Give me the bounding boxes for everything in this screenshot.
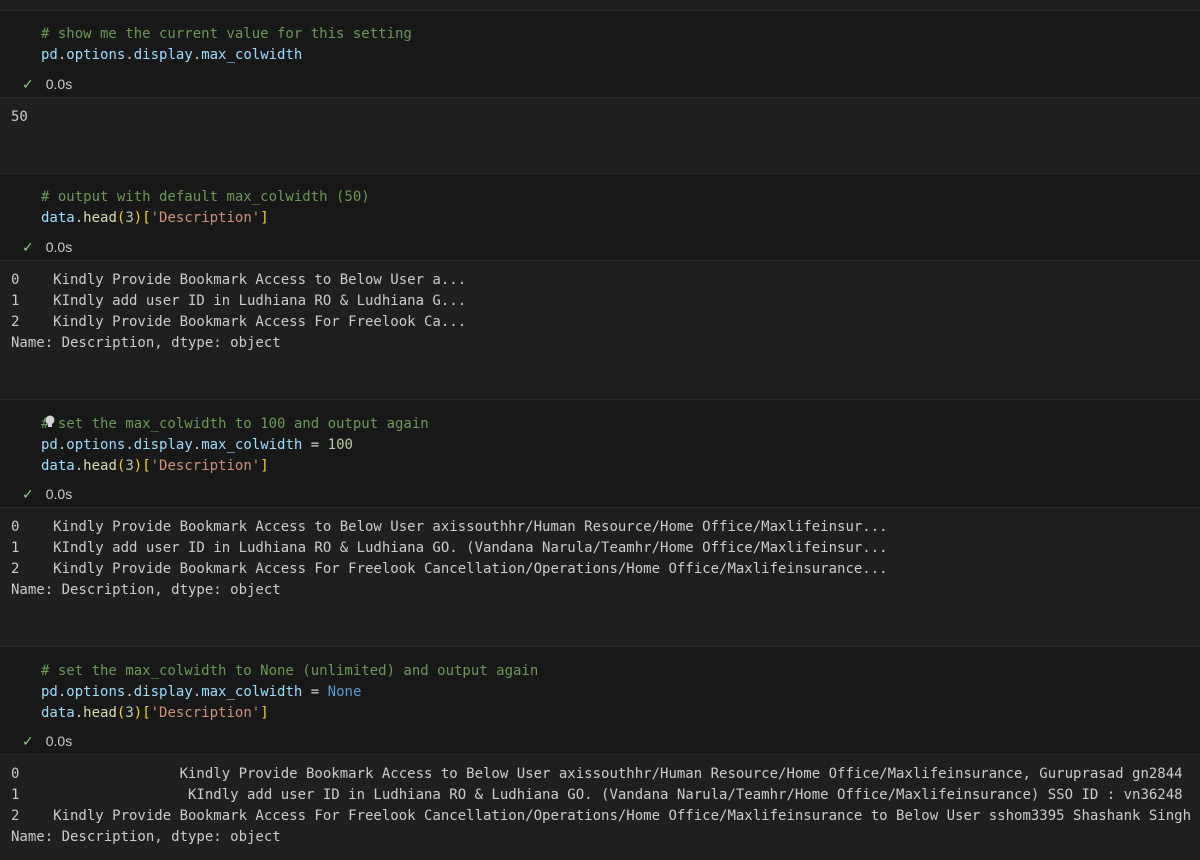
code-token: 100 xyxy=(327,437,353,453)
code-token: . xyxy=(74,705,84,721)
code-token: display xyxy=(133,437,193,453)
output-line: 2 Kindly Provide Bookmark Access For Fre… xyxy=(11,808,1192,824)
check-icon: ✓ xyxy=(22,77,34,93)
execution-status: ✓ 0.0s xyxy=(22,237,72,257)
code-token: [ xyxy=(142,705,151,721)
execution-status: ✓ 0.0s xyxy=(22,731,72,751)
code-token: None xyxy=(327,684,362,700)
code-token: ] xyxy=(260,705,269,721)
code-token: # set the max_colwidth to None (unlimite… xyxy=(41,663,539,679)
output-line: 1 KIndly add user ID in Ludhiana RO & Lu… xyxy=(11,293,467,309)
execution-time: 0.0s xyxy=(45,239,73,255)
code-token: [ xyxy=(142,458,151,474)
code-token: ] xyxy=(260,458,269,474)
output-line: 2 Kindly Provide Bookmark Access For Fre… xyxy=(11,561,888,577)
output-line: 1 KIndly add user ID in Ludhiana RO & Lu… xyxy=(11,540,888,556)
output-line: 0 Kindly Provide Bookmark Access to Belo… xyxy=(11,519,888,535)
code-token: . xyxy=(192,684,202,700)
execution-time: 0.0s xyxy=(45,486,73,502)
code-token: 3 xyxy=(125,705,134,721)
code-line: data.head(3)['Description'] xyxy=(41,208,269,229)
code-line: pd.options.display.max_colwidth = None xyxy=(41,682,361,703)
output-line: Name: Description, dtype: object xyxy=(11,582,281,598)
code-line: # output with default max_colwidth (50) xyxy=(41,187,370,208)
code-line: data.head(3)['Description'] xyxy=(41,456,269,477)
code-token: = xyxy=(302,437,328,453)
code-token: 3 xyxy=(125,210,134,226)
code-line: pd.options.display.max_colwidth = 100 xyxy=(41,435,353,456)
code-line: data.head(3)['Description'] xyxy=(41,703,269,724)
code-token: ) xyxy=(133,458,143,474)
execution-time: 0.0s xyxy=(45,76,73,92)
code-token: . xyxy=(74,210,84,226)
code-token: # show me the current value for this set… xyxy=(41,26,412,42)
code-token: data xyxy=(41,210,75,226)
output-line: 0 Kindly Provide Bookmark Access to Belo… xyxy=(11,766,1183,782)
code-token: = xyxy=(302,684,328,700)
check-icon: ✓ xyxy=(22,734,34,750)
code-token: ) xyxy=(133,705,143,721)
code-token: 3 xyxy=(125,458,134,474)
code-token: # set the max_colwidth to 100 and output… xyxy=(41,416,429,432)
code-token: data xyxy=(41,458,75,474)
code-token: head xyxy=(83,210,117,226)
output-line: 1 KIndly add user ID in Ludhiana RO & Lu… xyxy=(11,787,1183,803)
code-token: max_colwidth xyxy=(201,47,303,63)
code-token: . xyxy=(125,47,134,63)
code-token: data xyxy=(41,705,75,721)
check-icon: ✓ xyxy=(22,240,34,256)
code-token: 'Description' xyxy=(150,458,261,474)
code-token: ) xyxy=(133,210,143,226)
code-token: options xyxy=(66,437,126,453)
code-token: # output with default max_colwidth (50) xyxy=(41,189,370,205)
code-token: max_colwidth xyxy=(201,684,303,700)
code-token: head xyxy=(83,458,117,474)
code-line: # show me the current value for this set… xyxy=(41,24,412,45)
code-editor[interactable]: # output with default max_colwidth (50) … xyxy=(0,173,1200,261)
code-line: # set the max_colwidth to 100 and output… xyxy=(41,414,429,435)
output-line: 2 Kindly Provide Bookmark Access For Fre… xyxy=(11,314,467,330)
code-editor[interactable]: # set the max_colwidth to 100 and output… xyxy=(0,399,1200,508)
output-line: Name: Description, dtype: object xyxy=(11,335,281,351)
execution-time: 0.0s xyxy=(45,733,73,749)
code-token: display xyxy=(133,47,193,63)
code-token: display xyxy=(133,684,193,700)
code-token: 'Description' xyxy=(150,705,261,721)
code-token: pd xyxy=(41,47,58,63)
code-token: 'Description' xyxy=(150,210,261,226)
lightbulb-icon[interactable] xyxy=(44,415,56,429)
execution-status: ✓ 0.0s xyxy=(22,484,72,504)
code-token: . xyxy=(125,684,134,700)
code-token: head xyxy=(83,705,117,721)
code-token: options xyxy=(66,47,126,63)
code-token: ] xyxy=(260,210,269,226)
code-editor[interactable]: # set the max_colwidth to None (unlimite… xyxy=(0,646,1200,755)
output-line: 50 xyxy=(11,109,28,125)
check-icon: ✓ xyxy=(22,487,34,503)
code-token: pd xyxy=(41,684,58,700)
code-line: # set the max_colwidth to None (unlimite… xyxy=(41,661,538,682)
code-token: max_colwidth xyxy=(201,437,303,453)
code-token: . xyxy=(192,437,202,453)
code-token: . xyxy=(192,47,202,63)
code-token: options xyxy=(66,684,126,700)
code-editor[interactable]: # show me the current value for this set… xyxy=(0,10,1200,98)
output-line: 0 Kindly Provide Bookmark Access to Belo… xyxy=(11,272,467,288)
code-line: pd.options.display.max_colwidth xyxy=(41,45,302,66)
output-line: Name: Description, dtype: object xyxy=(11,829,281,845)
execution-status: ✓ 0.0s xyxy=(22,74,72,94)
code-token: pd xyxy=(41,437,58,453)
code-token: . xyxy=(74,458,84,474)
code-token: . xyxy=(125,437,134,453)
code-token: [ xyxy=(142,210,151,226)
